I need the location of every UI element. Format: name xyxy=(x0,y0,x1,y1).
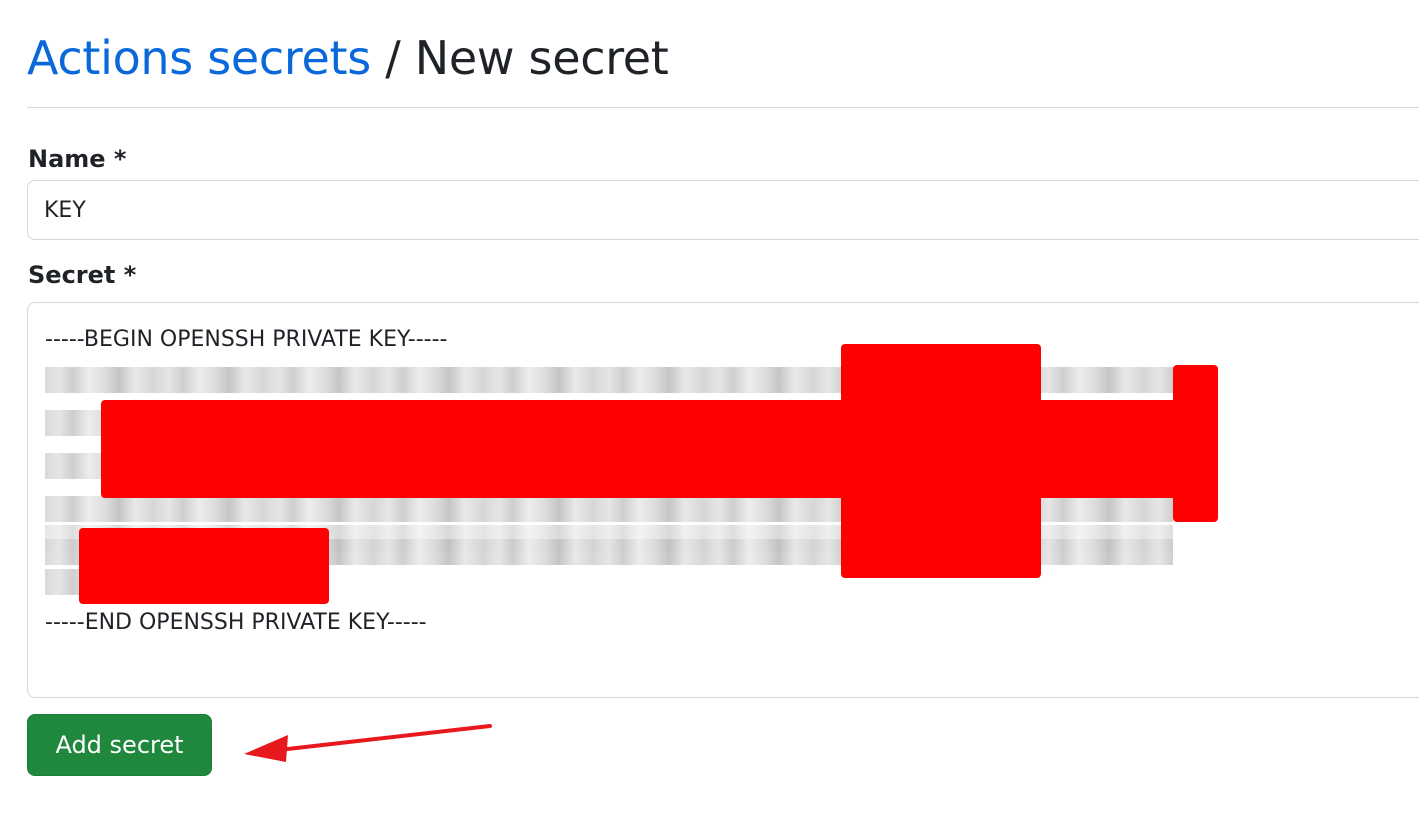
add-secret-button[interactable]: Add secret xyxy=(27,714,212,776)
arrow-left-icon xyxy=(244,724,492,762)
secret-textarea[interactable]: -----BEGIN OPENSSH PRIVATE KEY----- ----… xyxy=(27,302,1419,698)
secret-label: Secret * xyxy=(28,261,137,289)
breadcrumb-actions-secrets-link[interactable]: Actions secrets xyxy=(27,31,371,85)
name-label: Name * xyxy=(28,145,127,173)
breadcrumb-separator: / xyxy=(385,31,401,85)
redaction-box xyxy=(79,528,329,604)
page-title: Actions secrets / New secret xyxy=(27,28,669,88)
name-input[interactable] xyxy=(27,180,1419,240)
new-secret-page: Actions secrets / New secret Name * Secr… xyxy=(0,0,1419,838)
redaction-box xyxy=(841,344,1041,578)
secret-end-line: -----END OPENSSH PRIVATE KEY----- xyxy=(45,610,427,635)
breadcrumb-current-page: New secret xyxy=(414,31,669,85)
redaction-box xyxy=(1173,365,1218,522)
header-divider xyxy=(27,107,1419,108)
secret-begin-line: -----BEGIN OPENSSH PRIVATE KEY----- xyxy=(45,327,448,352)
